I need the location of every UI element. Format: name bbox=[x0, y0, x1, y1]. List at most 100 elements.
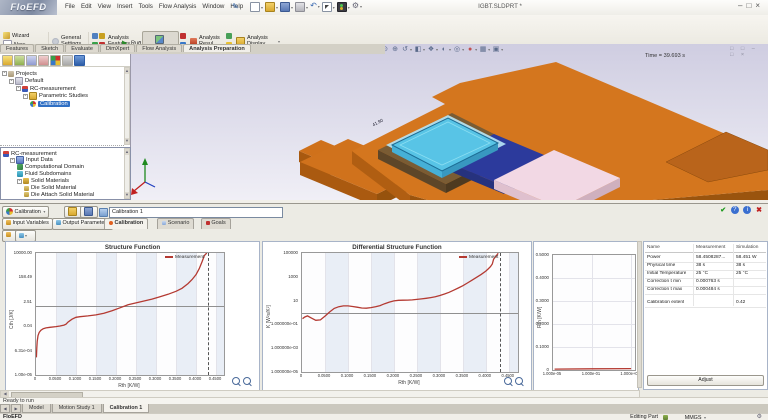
panel-tab-featuremanager[interactable] bbox=[2, 55, 13, 66]
panel-tabs bbox=[2, 55, 86, 66]
doc-tab-calibration-1[interactable]: Calibration 1 bbox=[103, 404, 150, 413]
adjust-button[interactable]: Adjust bbox=[647, 375, 764, 386]
expand-toggle[interactable]: - bbox=[10, 158, 15, 163]
3d-model[interactable] bbox=[130, 44, 768, 200]
pencil-icon[interactable]: ✎ bbox=[232, 2, 239, 11]
document-window-controls[interactable]: □ □ – □ × bbox=[730, 46, 768, 58]
restore-icon[interactable]: □ bbox=[746, 1, 755, 10]
tree-item-parametric-studies[interactable]: -Parametric Studies bbox=[2, 93, 88, 100]
table-cell: 58.4508287... bbox=[696, 255, 725, 260]
menu-window[interactable]: Window bbox=[202, 3, 224, 10]
edit-appearance-icon[interactable]: ●▾ bbox=[466, 45, 477, 54]
doc-tab-motion-study-1[interactable]: Motion Study 1 bbox=[52, 404, 102, 413]
rebuild-icon[interactable]: ▾ bbox=[337, 2, 350, 12]
legend-swatch bbox=[165, 256, 173, 258]
view-settings-icon[interactable]: ▣▾ bbox=[492, 45, 503, 54]
tab-dimxpert[interactable]: DimXpert bbox=[100, 44, 135, 52]
zoom-out-icon[interactable] bbox=[504, 377, 512, 385]
help-icon[interactable]: ? bbox=[731, 206, 739, 214]
tab-analysis-preparation[interactable]: Analysis Preparation bbox=[183, 44, 251, 52]
panel-tab-floefd[interactable] bbox=[74, 55, 85, 66]
tab-features[interactable]: Features bbox=[0, 44, 34, 52]
load-unload-icon bbox=[155, 35, 164, 44]
display-style-icon[interactable]: ◐▾ bbox=[440, 45, 451, 54]
section-view-icon[interactable]: ◧▾ bbox=[414, 45, 425, 54]
apply-scene-icon[interactable]: ▦▾ bbox=[479, 45, 490, 54]
tab-flow-analysis[interactable]: Flow Analysis bbox=[136, 44, 182, 52]
wizard-button[interactable]: Wizard bbox=[3, 32, 29, 39]
options-gear-icon[interactable]: ⚙ bbox=[757, 414, 762, 420]
scenario-name-input[interactable]: Calibration 1 bbox=[109, 207, 283, 218]
tree-item-projects[interactable]: -Projects bbox=[2, 70, 37, 77]
menu-flow-analysis[interactable]: Flow Analysis bbox=[159, 3, 196, 10]
hide-show-items-icon[interactable]: ◎▾ bbox=[453, 45, 464, 54]
previous-view-icon[interactable]: ↺▾ bbox=[401, 45, 412, 54]
table-cell: 25 °C bbox=[736, 271, 748, 276]
expand-toggle[interactable]: - bbox=[9, 79, 14, 84]
window-controls[interactable]: –□× bbox=[738, 1, 764, 10]
info-icon[interactable]: i bbox=[743, 206, 751, 214]
select-icon[interactable]: ▾ bbox=[322, 2, 335, 12]
panel-tab-propertymanager[interactable] bbox=[14, 55, 25, 66]
scroll-down-icon[interactable]: ▼ bbox=[125, 192, 129, 198]
tree-item-label: Calibration bbox=[38, 101, 70, 107]
open-icon[interactable]: ▾ bbox=[265, 2, 278, 12]
tab-evaluate[interactable]: Evaluate bbox=[65, 44, 99, 52]
undo-icon[interactable]: ↶▾ bbox=[310, 2, 320, 10]
y-tick-label: 0.4000 bbox=[534, 275, 549, 280]
scroll-down-icon[interactable]: ▼ bbox=[125, 138, 129, 144]
expand-toggle[interactable]: - bbox=[2, 71, 7, 76]
tree-item-die-attach-solid-material[interactable]: Die Attach Solid Material bbox=[3, 191, 94, 198]
zoom-in-icon[interactable] bbox=[515, 377, 523, 385]
panel-tab-dimxpertmanager[interactable] bbox=[38, 55, 49, 66]
zoom-area-icon[interactable]: ⊕ bbox=[391, 45, 399, 54]
project-tree-scrollbar[interactable]: ▲ ▼ bbox=[124, 67, 130, 145]
expand-toggle[interactable]: - bbox=[16, 86, 21, 91]
new-icon[interactable]: ▾ bbox=[250, 2, 263, 12]
view-orientation-icon[interactable]: ❖▾ bbox=[427, 45, 438, 54]
graphics-viewport[interactable]: ⊙⊕↺▾◧▾❖▾◐▾◎▾●▾▦▾▣▾ Time = 39.693 s □ □ –… bbox=[130, 44, 768, 200]
table-scrollbar[interactable] bbox=[637, 241, 642, 388]
menu-insert[interactable]: Insert bbox=[117, 3, 132, 10]
x-tick-label: 0.1500 bbox=[85, 376, 105, 381]
units-selector[interactable]: MMGS ▾ bbox=[685, 414, 706, 420]
options-icon[interactable]: ⚙▾ bbox=[352, 2, 362, 10]
menu-file[interactable]: File bbox=[65, 3, 75, 10]
save-icon[interactable]: ▾ bbox=[280, 2, 293, 12]
menu-view[interactable]: View bbox=[98, 3, 111, 10]
panel-action-icons: ✔ ? i ✖ bbox=[720, 206, 762, 214]
zoom-out-icon[interactable] bbox=[232, 377, 240, 385]
tab-goals[interactable]: Goals bbox=[201, 218, 231, 229]
menu-tools[interactable]: Tools bbox=[138, 3, 152, 10]
chart-series bbox=[302, 253, 518, 372]
close-icon[interactable]: × bbox=[755, 1, 764, 10]
input-variables-button[interactable]: Input Variables bbox=[2, 218, 53, 230]
tree-item-calibration[interactable]: Calibration bbox=[2, 100, 70, 107]
save-scenario-button[interactable] bbox=[80, 206, 98, 218]
zoom-in-icon[interactable] bbox=[243, 377, 251, 385]
expand-toggle[interactable]: - bbox=[23, 94, 28, 99]
calibration-menu-button[interactable]: Calibration ▾ bbox=[2, 206, 49, 218]
panel-tab-configurationmanager[interactable] bbox=[26, 55, 37, 66]
cancel-icon[interactable]: ✖ bbox=[756, 207, 762, 214]
panel-tab-cam[interactable] bbox=[62, 55, 73, 66]
accept-icon[interactable]: ✔ bbox=[720, 207, 726, 214]
tab-scroll-left-icon[interactable]: ◀ bbox=[0, 404, 10, 413]
analysis-tree-scrollbar[interactable]: ▲ ▼ bbox=[124, 148, 130, 199]
results-table: Adjust NameMeasurementSimulationPower58.… bbox=[643, 241, 768, 390]
doc-tab-model[interactable]: Model bbox=[22, 404, 51, 413]
tab-scroll-right-icon[interactable]: ▶ bbox=[11, 404, 21, 413]
tab-calibration[interactable]: Calibration bbox=[104, 218, 148, 229]
tree-item-default[interactable]: -Default bbox=[2, 78, 43, 85]
scroll-up-icon[interactable]: ▲ bbox=[125, 149, 129, 155]
print-icon[interactable]: ▾ bbox=[295, 2, 308, 12]
expand-toggle[interactable]: - bbox=[17, 179, 22, 184]
scroll-up-icon[interactable]: ▲ bbox=[125, 68, 129, 74]
status-bar: FloEFD Editing Part MMGS ▾ ⚙ bbox=[0, 413, 768, 420]
study-icon bbox=[3, 151, 9, 157]
tab-scenario[interactable]: Scenario bbox=[157, 218, 194, 229]
tree-item-rc-measurement[interactable]: -RC-measurement bbox=[2, 85, 76, 92]
panel-tab-displaymanager[interactable] bbox=[50, 55, 61, 66]
menu-edit[interactable]: Edit bbox=[81, 3, 92, 10]
tab-sketch[interactable]: Sketch bbox=[35, 44, 64, 52]
